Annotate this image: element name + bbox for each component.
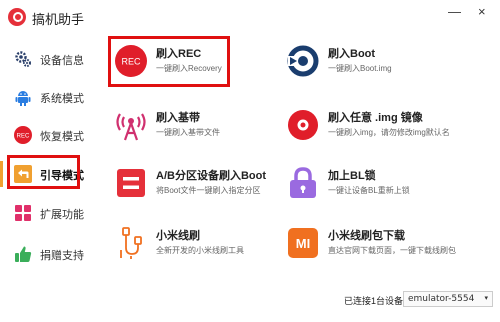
card-title: 刷入基带 (156, 112, 200, 124)
card-description: 将Boot文件一键刷入指定分区 (156, 186, 261, 195)
flash-boot-card[interactable]: 刷入Boot 一键刷入Boot.img (282, 40, 457, 84)
gear-icon (15, 51, 31, 67)
status-bar: 已连接1台设备 emulator-5554 ▾ (330, 290, 500, 310)
active-indicator (0, 161, 3, 187)
lock-icon (290, 167, 316, 198)
card-description: 直达官网下载页面，一键下载线刷包 (328, 246, 456, 255)
card-description: 全新开发的小米线刷工具 (156, 246, 244, 255)
boot-icon (287, 45, 319, 77)
xiaomi-flash-card[interactable]: 小米线刷 全新开发的小米线刷工具 (110, 222, 285, 266)
minimize-button[interactable]: — (448, 5, 461, 19)
app-title: 搞机助手 (32, 12, 85, 27)
card-description: 一键让设备BL重新上锁 (328, 186, 410, 195)
svg-text:REC: REC (17, 134, 30, 140)
highlight-box-boot-mode (7, 155, 80, 189)
sidebar-item-label: 设备信息 (40, 55, 84, 67)
xiaomi-rom-download-card[interactable]: MI 小米线刷包下载 直达官网下载页面，一键下载线刷包 (282, 222, 457, 266)
disc-icon (288, 110, 318, 140)
flash-baseband-card[interactable]: 刷入基带 一键刷入基带文件 (110, 104, 285, 148)
android-icon (15, 91, 31, 106)
card-description: 一键刷入Boot.img (328, 64, 392, 73)
usb-cable-icon (120, 227, 142, 259)
device-select-value: emulator-5554 (408, 294, 475, 304)
sidebar-item-label: 扩展功能 (40, 209, 84, 221)
sidebar-item-system-mode[interactable]: 系统模式 (0, 78, 100, 116)
sidebar-item-recovery-mode[interactable]: REC 恢复模式 (0, 116, 100, 154)
antenna-icon (116, 113, 146, 141)
chevron-down-icon: ▾ (484, 295, 488, 302)
card-title: A/B分区设备刷入Boot (156, 170, 266, 182)
card-title: 加上BL锁 (328, 170, 376, 182)
card-title: 小米线刷 (156, 230, 200, 242)
card-description: 一键刷入img，请勿修改img默认名 (328, 128, 450, 137)
device-select[interactable]: emulator-5554 ▾ (403, 291, 493, 307)
card-title: 刷入任意 .img 镜像 (328, 112, 423, 124)
title-bar: 搞机助手 — × (0, 0, 500, 34)
app-logo-icon (8, 8, 26, 26)
sidebar-item-device-info[interactable]: 设备信息 (0, 40, 100, 78)
relock-bl-card[interactable]: 加上BL锁 一键让设备BL重新上锁 (282, 162, 457, 206)
sidebar-item-label: 恢复模式 (40, 131, 84, 143)
card-title: 刷入Boot (328, 48, 376, 60)
sidebar-item-label: 捐赠支持 (40, 250, 84, 262)
card-description: 一键刷入基带文件 (156, 128, 220, 137)
sidebar-item-donate[interactable]: 捐赠支持 (0, 235, 100, 273)
card-title: 小米线刷包下载 (328, 230, 405, 242)
ab-partition-boot-card[interactable]: A/B分区设备刷入Boot 将Boot文件一键刷入指定分区 (110, 162, 285, 206)
mi-logo-text: MI (296, 236, 310, 251)
close-button[interactable]: × (478, 5, 486, 19)
ab-partition-icon (117, 169, 145, 197)
flash-any-img-card[interactable]: 刷入任意 .img 镜像 一键刷入img，请勿修改img默认名 (282, 104, 457, 148)
highlight-box-flash-rec (108, 36, 230, 87)
mi-logo-icon: MI (288, 228, 318, 258)
sidebar-item-label: 系统模式 (40, 93, 84, 105)
grid-icon (15, 205, 31, 221)
thumbs-up-icon (15, 246, 32, 262)
connection-status: 已连接1台设备 (344, 296, 404, 306)
sidebar-item-extensions[interactable]: 扩展功能 (0, 194, 100, 232)
rec-icon: REC (14, 126, 32, 144)
